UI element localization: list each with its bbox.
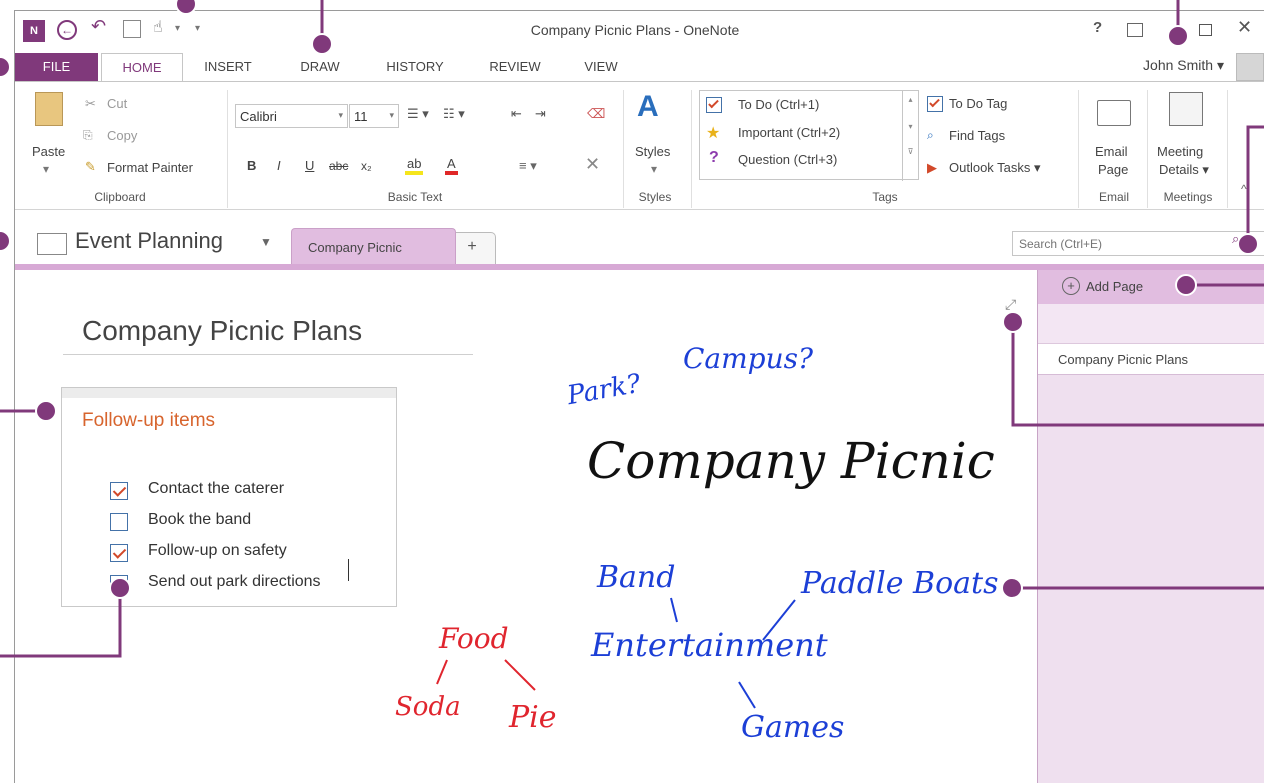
callout-dot [175, 0, 197, 15]
callout-lines [0, 0, 1264, 658]
callout-dot [1237, 233, 1259, 255]
callout-dot [0, 56, 11, 78]
callout-dot [35, 400, 57, 422]
callout-dot [311, 33, 333, 55]
callout-dot [0, 230, 11, 252]
callout-line [1246, 125, 1264, 244]
callout-line [0, 588, 122, 658]
callout-dot [1175, 274, 1197, 296]
callout-line [1011, 322, 1264, 427]
callout-dot [1001, 577, 1023, 599]
callout-dot [109, 577, 131, 599]
callout-dot [1167, 25, 1189, 47]
callout-dot [1002, 311, 1024, 333]
